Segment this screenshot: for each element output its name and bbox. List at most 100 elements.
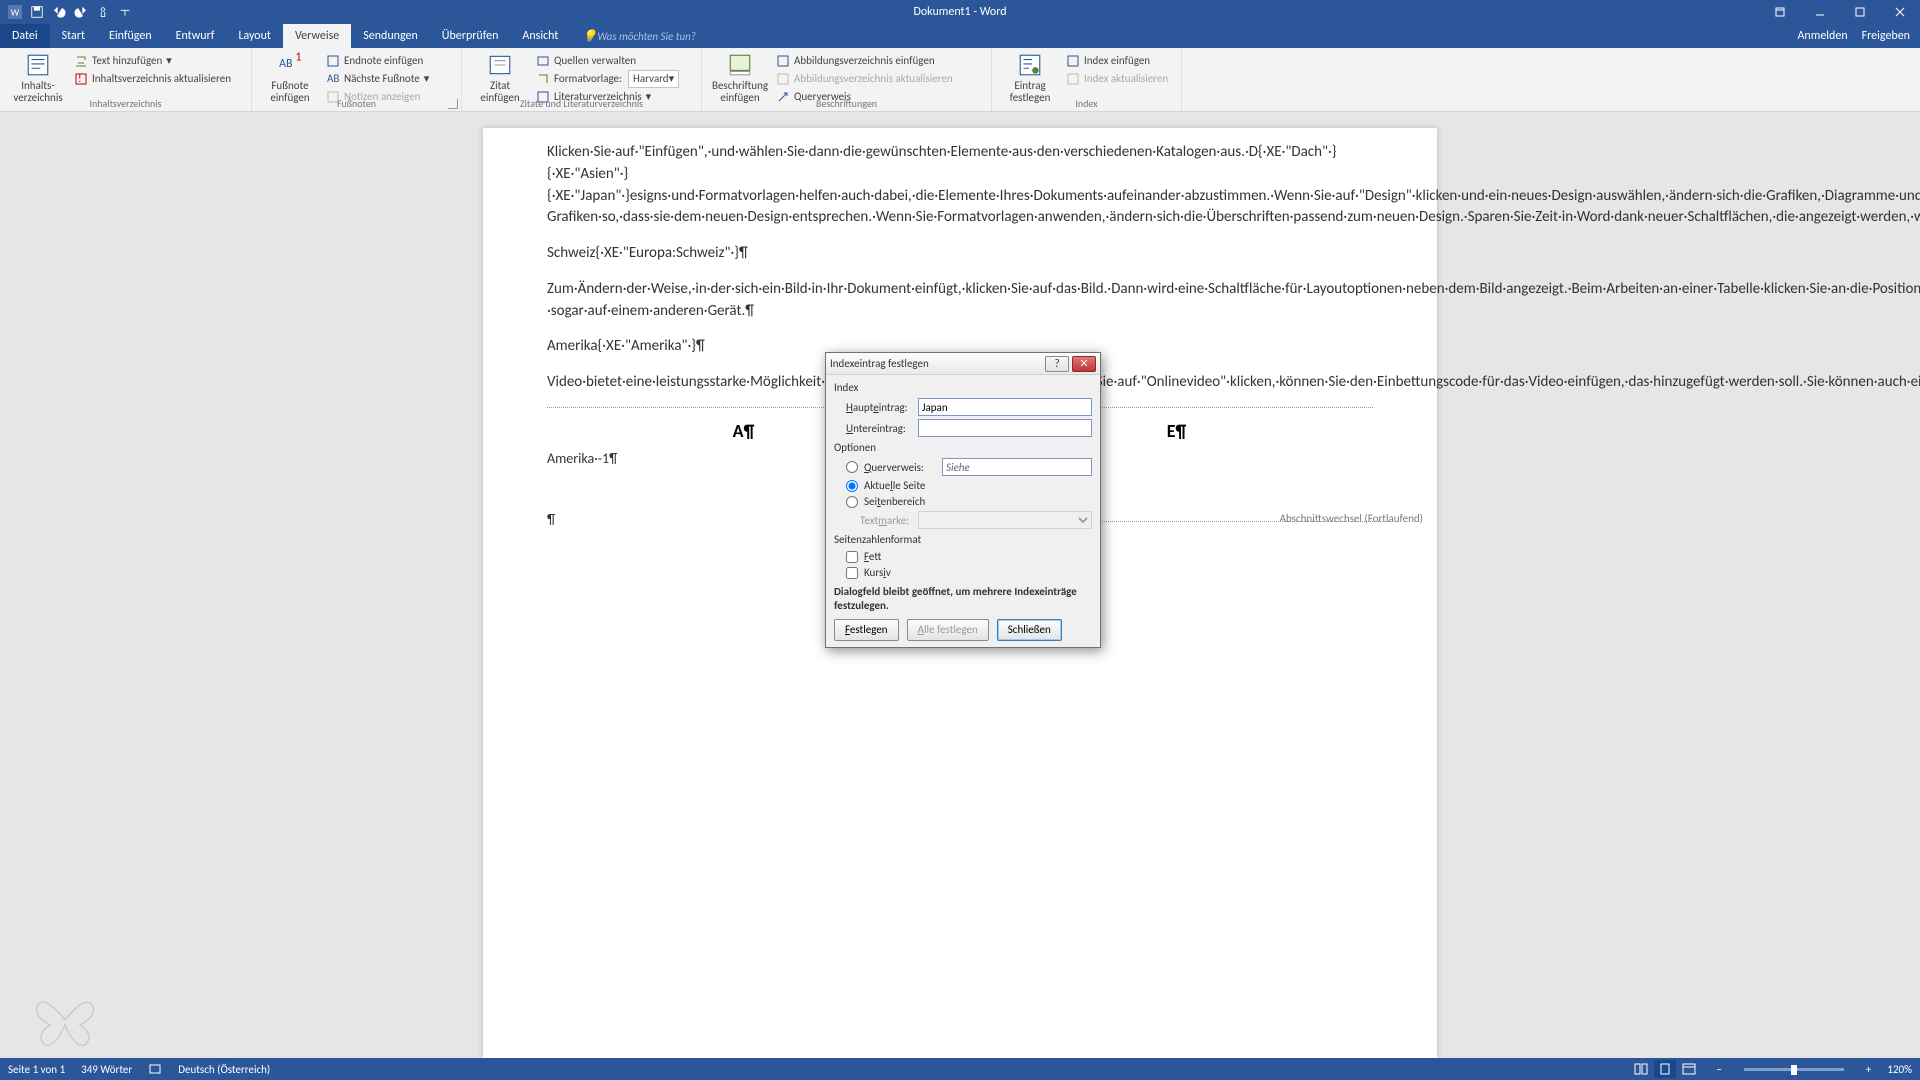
- group-citations: Zitat einfügen Quellen verwalten Formatv…: [462, 48, 702, 111]
- qat-customize-icon[interactable]: [118, 5, 132, 19]
- web-layout-icon[interactable]: [1678, 1060, 1700, 1078]
- word-app-icon: W: [8, 5, 22, 19]
- touch-mode-icon[interactable]: [96, 5, 110, 19]
- bookmark-label: Textmarke:: [834, 514, 912, 527]
- ribbon-tabs: Datei Start Einfügen Entwurf Layout Verw…: [0, 24, 1920, 48]
- sign-in[interactable]: Anmelden: [1797, 29, 1847, 43]
- close-icon[interactable]: [1880, 0, 1920, 24]
- manage-sources-button[interactable]: Quellen verwalten: [532, 52, 683, 69]
- redo-icon[interactable]: [74, 5, 88, 19]
- share[interactable]: Freigeben: [1862, 29, 1910, 43]
- mark-entry-icon: [1017, 52, 1043, 78]
- group-footnotes-label: Fußnoten: [252, 97, 461, 110]
- window-buttons: [1760, 0, 1920, 24]
- cross-reference-input[interactable]: [942, 458, 1092, 476]
- style-icon: [536, 72, 550, 86]
- group-index-label: Index: [992, 97, 1181, 110]
- current-page-radio[interactable]: [846, 480, 858, 492]
- language-indicator[interactable]: Deutsch (Österreich): [178, 1063, 270, 1076]
- read-mode-icon[interactable]: [1630, 1060, 1652, 1078]
- print-layout-icon[interactable]: [1654, 1060, 1676, 1078]
- view-buttons: [1630, 1060, 1700, 1078]
- style-select[interactable]: Harvard ▾: [628, 70, 679, 88]
- dialog-body: Index Haupteintrag: Untereintrag: Option…: [826, 375, 1100, 647]
- insert-index-label: Index einfügen: [1084, 54, 1150, 67]
- minimize-icon[interactable]: [1800, 0, 1840, 24]
- maximize-icon[interactable]: [1840, 0, 1880, 24]
- tof-label: Abbildungsverzeichnis einfügen: [794, 54, 935, 67]
- save-icon[interactable]: [30, 5, 44, 19]
- group-toc: Inhalts- verzeichnis Text hinzufügen ▾ !…: [0, 48, 252, 111]
- paragraph[interactable]: Klicken·Sie·auf·"Einfügen",·und·wählen·S…: [547, 142, 1373, 229]
- citation-style[interactable]: Formatvorlage:Harvard ▾: [532, 70, 683, 87]
- group-captions: Beschriftung einfügen Abbildungsverzeich…: [702, 48, 992, 111]
- page-range-label: Seitenbereich: [864, 495, 942, 508]
- sub-entry-input[interactable]: [918, 419, 1092, 437]
- add-text-label: Text hinzufügen: [92, 54, 162, 67]
- insert-tof-button[interactable]: Abbildungsverzeichnis einfügen: [772, 52, 957, 69]
- update-index-label: Index aktualisieren: [1084, 72, 1168, 85]
- dialog-section-index-label: Index: [834, 381, 1092, 394]
- add-text-button[interactable]: Text hinzufügen ▾: [70, 52, 235, 69]
- tab-layout[interactable]: Layout: [226, 24, 283, 48]
- footnotes-launcher[interactable]: [448, 99, 458, 109]
- spell-check-icon[interactable]: [148, 1062, 162, 1076]
- next-footnote-button[interactable]: ABNächste Fußnote ▾: [322, 70, 433, 87]
- svg-text:AB: AB: [279, 57, 292, 71]
- toc-icon: [25, 52, 51, 78]
- tab-references[interactable]: Verweise: [283, 24, 351, 48]
- group-index: Eintrag festlegen Index einfügen Index a…: [992, 48, 1182, 111]
- close-button[interactable]: Schließen: [997, 619, 1062, 641]
- italic-checkbox[interactable]: [846, 567, 858, 579]
- bold-label: Fett: [864, 550, 942, 563]
- ribbon-display-icon[interactable]: [1760, 0, 1800, 24]
- bold-checkbox[interactable]: [846, 551, 858, 563]
- zoom-level[interactable]: 120%: [1887, 1063, 1912, 1076]
- window-title: Dokument1 - Word: [913, 5, 1006, 19]
- svg-text:!: !: [78, 72, 82, 85]
- main-entry-input[interactable]: [918, 398, 1092, 416]
- page-range-radio[interactable]: [846, 496, 858, 508]
- zoom-in-icon[interactable]: +: [1866, 1063, 1871, 1076]
- zoom-slider[interactable]: [1744, 1068, 1844, 1071]
- tab-review[interactable]: Überprüfen: [430, 24, 511, 48]
- update-tof-icon: [776, 72, 790, 86]
- manage-sources-icon: [536, 54, 550, 68]
- zoom-out-icon[interactable]: −: [1716, 1063, 1721, 1076]
- dialog-close-icon[interactable]: ✕: [1072, 356, 1096, 372]
- update-index-button: Index aktualisieren: [1062, 70, 1172, 87]
- menu-right: Anmelden Freigeben: [1797, 24, 1920, 48]
- dialog-note: Dialogfeld bleibt geöffnet, um mehrere I…: [834, 585, 1092, 613]
- tab-start[interactable]: Start: [50, 24, 97, 48]
- tell-me[interactable]: 💡 Was möchten Sie tun?: [570, 24, 708, 48]
- paragraph[interactable]: Schweiz{·XE·"Europa:Schweiz"·}¶: [547, 243, 1373, 265]
- group-citations-label: Zitate und Literaturverzeichnis: [462, 97, 701, 110]
- group-toc-label: Inhaltsverzeichnis: [0, 97, 251, 110]
- next-footnote-icon: AB: [326, 72, 340, 86]
- cross-reference-label: Querverweis:: [864, 461, 936, 474]
- tab-insert[interactable]: Einfügen: [97, 24, 164, 48]
- group-captions-label: Beschriftungen: [702, 97, 991, 110]
- undo-icon[interactable]: [52, 5, 66, 19]
- tab-mailings[interactable]: Sendungen: [351, 24, 430, 48]
- page-indicator[interactable]: Seite 1 von 1: [8, 1063, 65, 1076]
- dialog-help-icon[interactable]: ?: [1045, 356, 1069, 372]
- paragraph[interactable]: Zum·Ändern·der·Weise,·in·der·sich·ein·Bi…: [547, 279, 1373, 323]
- update-tof-label: Abbildungsverzeichnis aktualisieren: [794, 72, 953, 85]
- dialog-title: Indexeintrag festlegen: [830, 357, 1042, 370]
- dialog-section-format-label: Seitenzahlenformat: [834, 533, 1092, 546]
- tab-file[interactable]: Datei: [0, 24, 50, 48]
- mark-button[interactable]: Festlegen: [834, 619, 899, 641]
- tab-view[interactable]: Ansicht: [510, 24, 570, 48]
- insert-endnote-button[interactable]: Endnote einfügen: [322, 52, 433, 69]
- update-toc-button[interactable]: !Inhaltsverzeichnis aktualisieren: [70, 70, 235, 87]
- dialog-section-options-label: Optionen: [834, 441, 1092, 454]
- tab-design[interactable]: Entwurf: [164, 24, 227, 48]
- caption-icon: [727, 52, 753, 78]
- insert-index-button[interactable]: Index einfügen: [1062, 52, 1172, 69]
- add-text-icon: [74, 54, 88, 68]
- word-count[interactable]: 349 Wörter: [81, 1063, 132, 1076]
- cross-reference-radio[interactable]: [846, 461, 858, 473]
- mark-index-entry-dialog: Indexeintrag festlegen ? ✕ Index Hauptei…: [825, 352, 1101, 648]
- dialog-titlebar[interactable]: Indexeintrag festlegen ? ✕: [826, 353, 1100, 375]
